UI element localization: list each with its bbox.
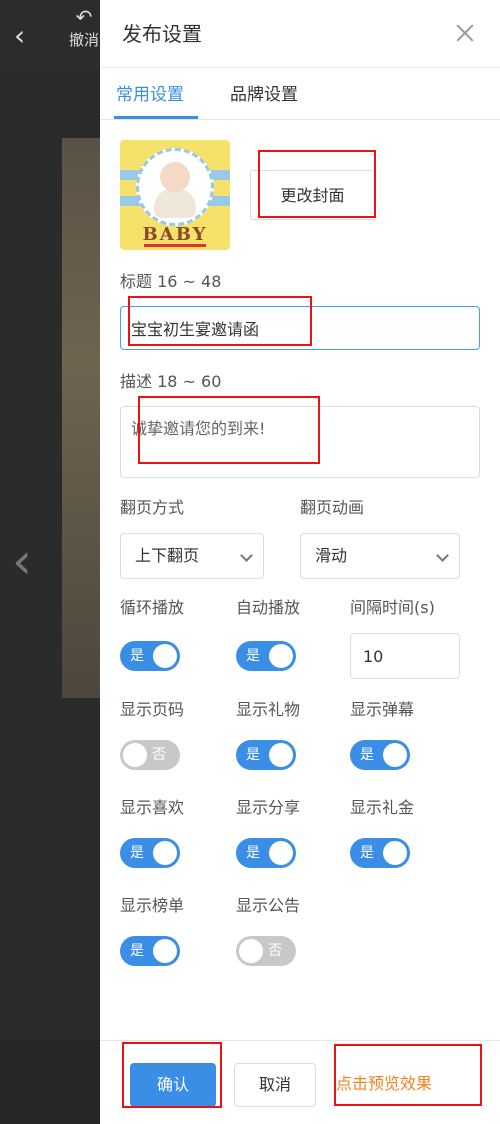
toggle-state-text: 是	[130, 845, 144, 861]
annotation-box	[334, 1044, 482, 1106]
page-turn-mode-value: 上下翻页	[135, 546, 200, 565]
annotation-box	[128, 296, 312, 346]
toggle-state-text: 是	[130, 648, 144, 664]
annotation-box	[258, 150, 376, 218]
page-turn-mode-select[interactable]: 上下翻页	[120, 533, 264, 579]
toggle-state-text: 是	[130, 943, 144, 959]
toggle-state-text: 是	[360, 747, 374, 763]
interval-input[interactable]	[350, 633, 460, 679]
like-label: 显示喜欢	[120, 798, 185, 817]
cash-gift-label: 显示礼金	[350, 798, 415, 817]
toggle-state-text: 是	[246, 747, 260, 763]
page-turn-animation-label: 翻页动画	[300, 498, 365, 517]
cash-gift-toggle[interactable]: 是	[350, 838, 410, 868]
danmaku-toggle[interactable]: 是	[350, 740, 410, 770]
toggle-state-text: 是	[246, 845, 260, 861]
chevron-down-icon	[240, 549, 253, 562]
chevron-down-icon	[436, 549, 449, 562]
settings-tabs: 常用设置 品牌设置	[100, 68, 500, 120]
ranking-toggle[interactable]: 是	[120, 936, 180, 966]
tab-common-settings[interactable]: 常用设置	[116, 82, 184, 108]
notice-label: 显示公告	[236, 896, 301, 915]
interval-label: 间隔时间(s)	[350, 598, 435, 617]
danmaku-label: 显示弹幕	[350, 700, 415, 719]
close-icon[interactable]	[452, 20, 478, 46]
cover-thumbnail: BABY	[120, 140, 230, 250]
toggle-state-text: 否	[152, 747, 166, 763]
cancel-button[interactable]: 取消	[234, 1063, 316, 1107]
annotation-box	[138, 396, 320, 464]
annotation-box	[122, 1042, 222, 1108]
prev-page-arrow-icon[interactable]: ‹	[12, 536, 32, 586]
page-turn-animation-value: 滑动	[315, 546, 348, 565]
notice-toggle[interactable]: 否	[236, 936, 296, 966]
gift-toggle[interactable]: 是	[236, 740, 296, 770]
gift-label: 显示礼物	[236, 700, 301, 719]
page-number-toggle[interactable]: 否	[120, 740, 180, 770]
title-label: 标题 16 ~ 48	[120, 272, 222, 291]
share-label: 显示分享	[236, 798, 301, 817]
toggle-state-text: 否	[268, 943, 282, 959]
tab-brand-settings[interactable]: 品牌设置	[230, 82, 298, 108]
page-turn-animation-select[interactable]: 滑动	[300, 533, 460, 579]
panel-title: 发布设置	[122, 22, 202, 46]
description-label: 描述 18 ~ 60	[120, 372, 222, 391]
autoplay-toggle[interactable]: 是	[236, 641, 296, 671]
share-toggle[interactable]: 是	[236, 838, 296, 868]
ranking-label: 显示榜单	[120, 896, 185, 915]
panel-header: 发布设置	[100, 0, 500, 68]
active-tab-indicator	[114, 116, 198, 119]
page-number-label: 显示页码	[120, 700, 185, 719]
loop-label: 循环播放	[120, 598, 185, 617]
autoplay-label: 自动播放	[236, 598, 301, 617]
toggle-state-text: 是	[246, 648, 260, 664]
loop-toggle[interactable]: 是	[120, 641, 180, 671]
toggle-state-text: 是	[360, 845, 374, 861]
cover-image-text: BABY	[142, 224, 208, 245]
page-turn-mode-label: 翻页方式	[120, 498, 185, 517]
like-toggle[interactable]: 是	[120, 838, 180, 868]
chevron-left-icon[interactable]: ‹	[14, 22, 25, 50]
